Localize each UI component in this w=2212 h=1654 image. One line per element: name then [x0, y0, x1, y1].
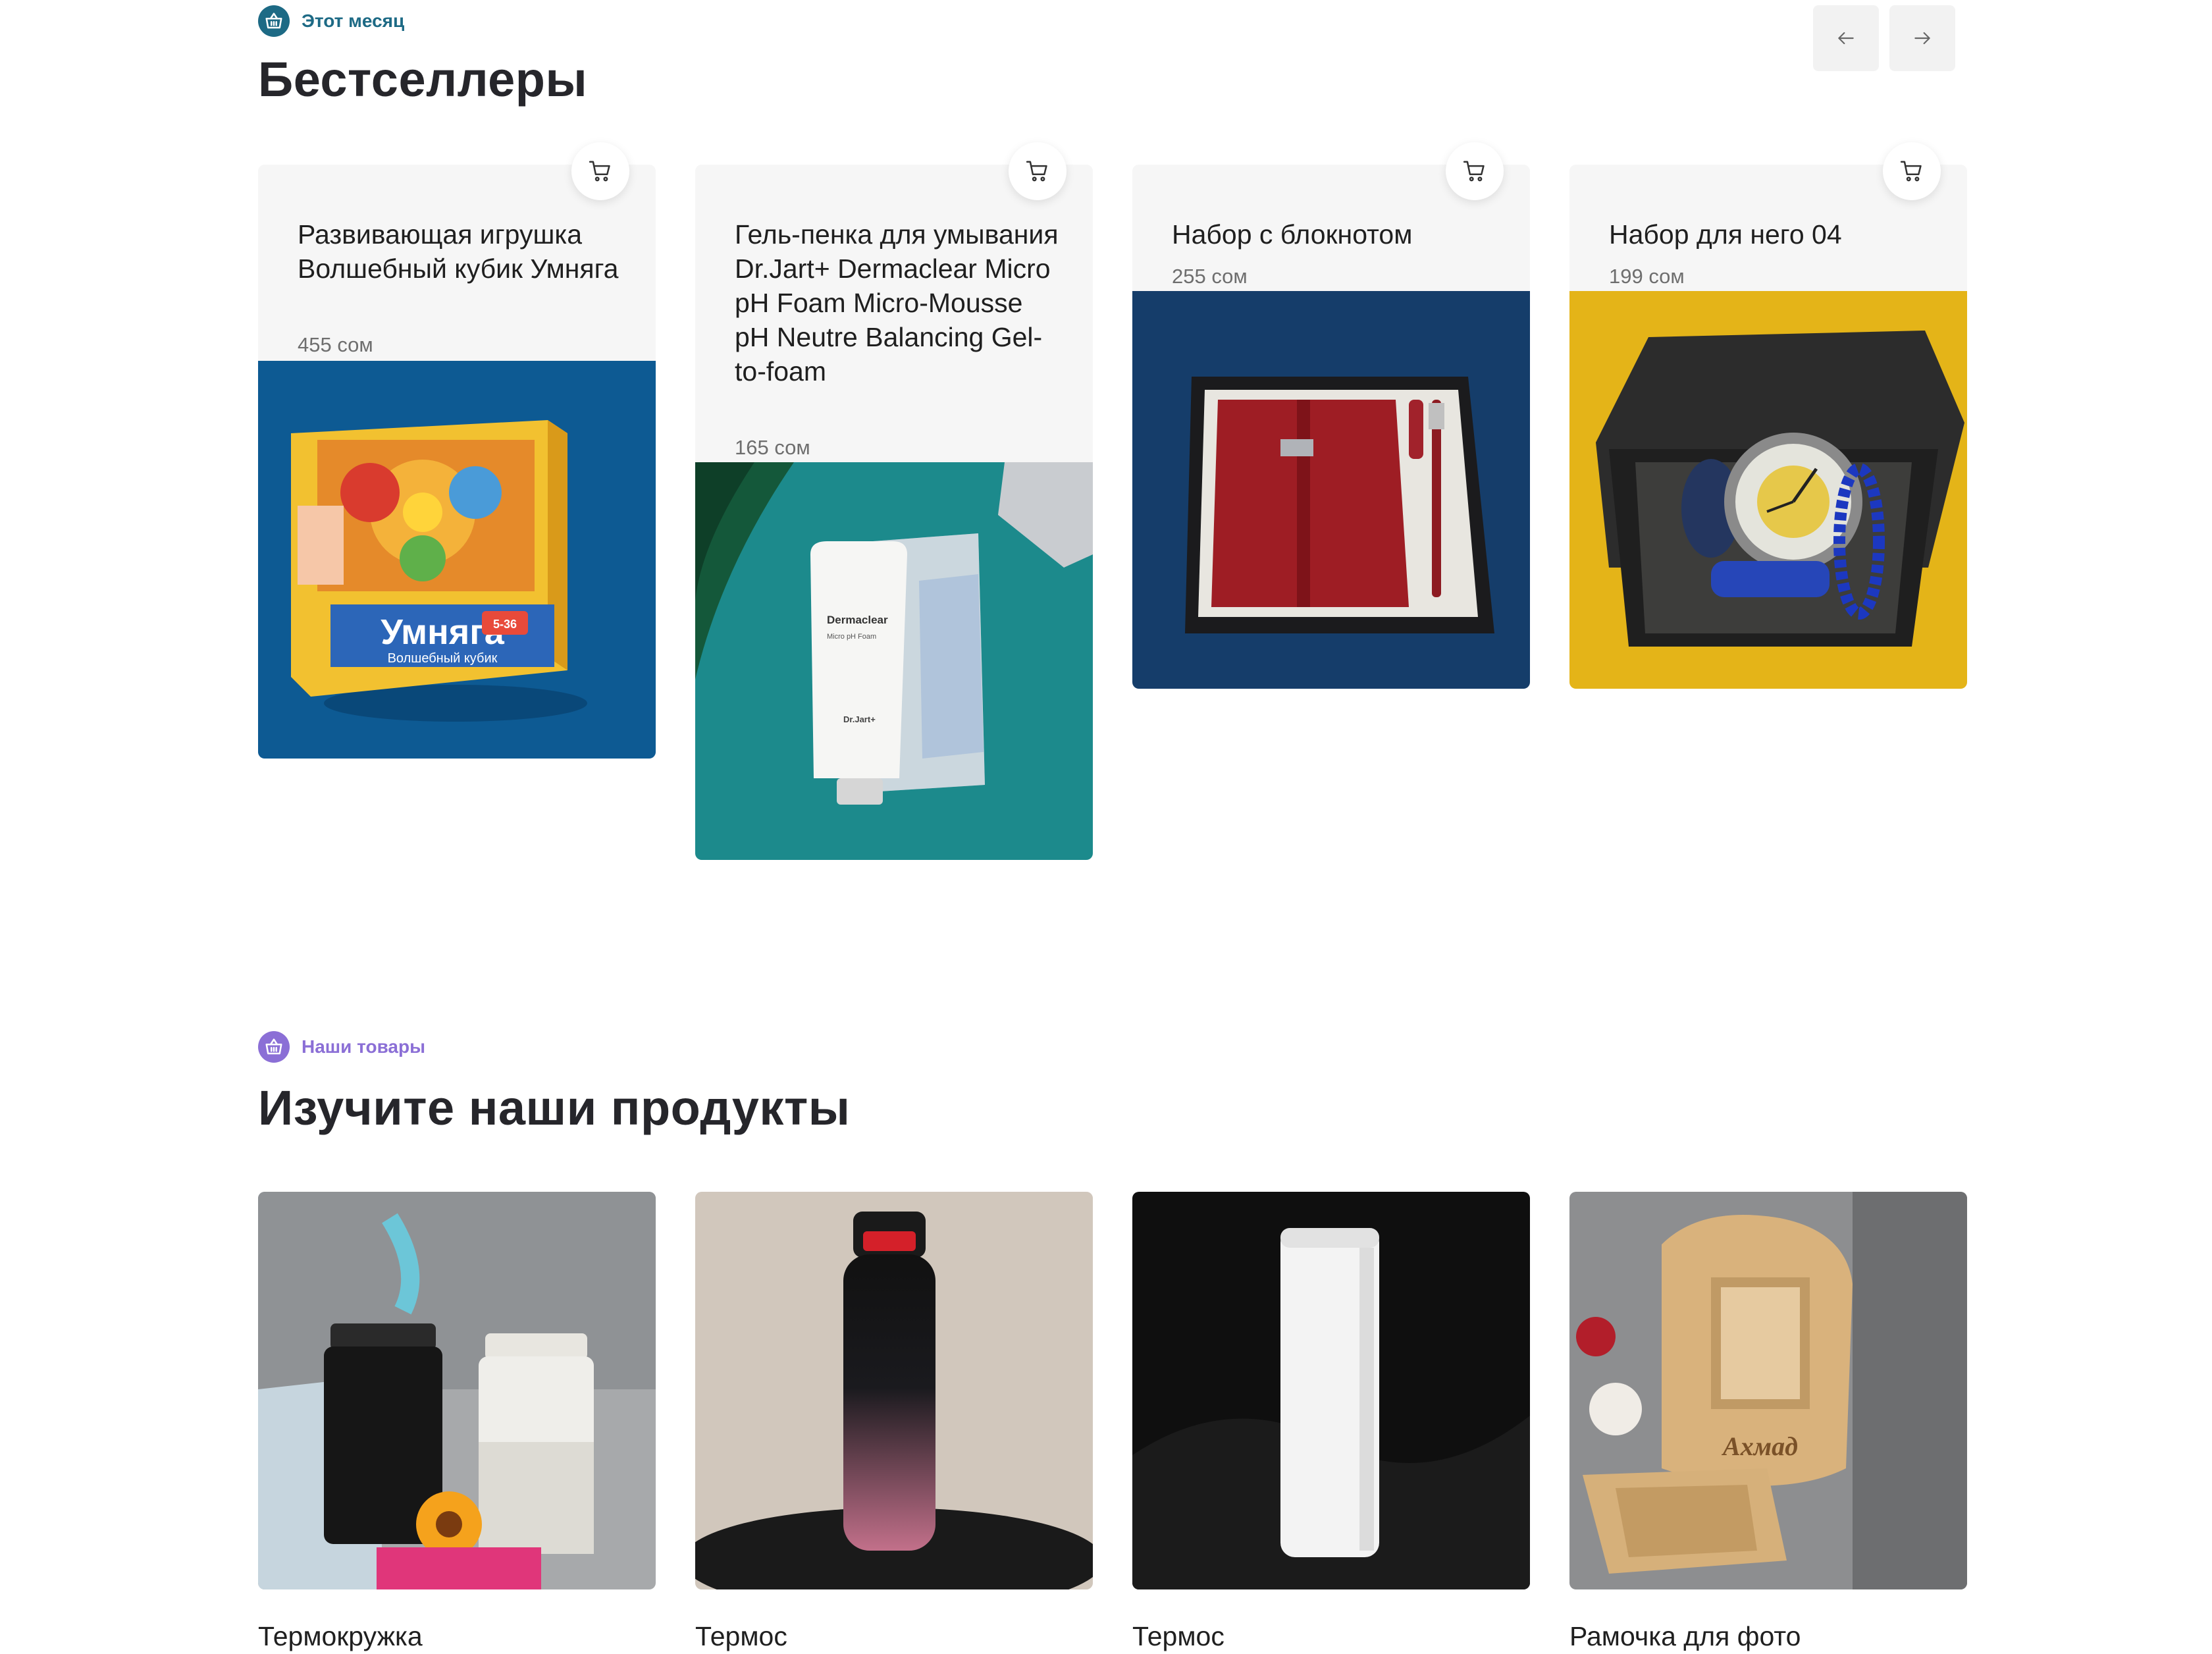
- prev-button[interactable]: [1813, 5, 1879, 71]
- product-image[interactable]: [258, 1192, 656, 1589]
- product-tile[interactable]: Термокружка: [258, 1192, 656, 1652]
- carousel-controls: [1813, 5, 1955, 71]
- product-image[interactable]: Умняга Волшебный кубик 5-36: [258, 361, 656, 759]
- add-to-cart-button[interactable]: [1009, 142, 1066, 200]
- products-eyebrow-label: Наши товары: [302, 1036, 426, 1057]
- tube-line-text: Micro pH Foam: [827, 633, 876, 641]
- next-button[interactable]: [1889, 5, 1955, 71]
- product-name[interactable]: Термокружка: [258, 1621, 656, 1652]
- add-to-cart-button[interactable]: [1446, 142, 1504, 200]
- product-title[interactable]: Гель-пенка для умывания Dr.Jart+ Dermacl…: [735, 217, 1064, 388]
- product-image[interactable]: [695, 1192, 1093, 1589]
- basket-icon: [258, 1031, 290, 1063]
- products-eyebrow: Наши товары: [258, 1031, 425, 1063]
- tube-brand-text: Dermaclear: [827, 614, 888, 626]
- arrow-right-icon: [1914, 32, 1930, 45]
- cart-icon: [589, 161, 610, 182]
- box-age-text: 5-36: [493, 618, 517, 631]
- product-price: 255 сом: [1172, 265, 1248, 288]
- bestseller-card[interactable]: Гель-пенка для умывания Dr.Jart+ Dermacl…: [695, 142, 1093, 860]
- product-price: 199 сом: [1609, 265, 1685, 288]
- product-name[interactable]: Рамочка для фото: [1569, 1621, 1967, 1652]
- frame-name-text: Ахмад: [1721, 1431, 1798, 1461]
- product-price: 165 сом: [735, 436, 810, 459]
- product-tile[interactable]: Термос: [1132, 1192, 1530, 1652]
- cart-icon: [1463, 161, 1485, 182]
- bestseller-card[interactable]: Набор для него 04 199 сом: [1569, 142, 1967, 689]
- product-name[interactable]: Термос: [1132, 1621, 1530, 1652]
- product-title[interactable]: Набор для него 04: [1609, 217, 1938, 252]
- product-title[interactable]: Набор с блокнотом: [1172, 217, 1501, 252]
- bestsellers-eyebrow: Этот месяц: [258, 5, 404, 37]
- arrow-left-icon: [1838, 32, 1854, 45]
- tube-maker-text: Dr.Jart+: [843, 714, 876, 724]
- box-sub-text: Волшебный кубик: [388, 651, 498, 666]
- products-title: Изучите наши продукты: [258, 1080, 851, 1135]
- product-image[interactable]: Ахмад: [1569, 1192, 1967, 1589]
- bestsellers-title: Бестселлеры: [258, 52, 588, 107]
- product-tile[interactable]: Термос: [695, 1192, 1093, 1652]
- bestsellers-eyebrow-label: Этот месяц: [302, 11, 405, 31]
- basket-icon: [258, 5, 290, 37]
- product-tile[interactable]: Ахмад Рамочка для фото: [1569, 1192, 1967, 1652]
- product-name[interactable]: Термос: [695, 1621, 1093, 1652]
- bestseller-card[interactable]: Набор с блокнотом 255 сом: [1132, 142, 1530, 689]
- product-image[interactable]: [1569, 291, 1967, 689]
- cart-icon: [1026, 161, 1047, 182]
- cart-icon: [1900, 161, 1922, 182]
- product-image[interactable]: [1132, 1192, 1530, 1589]
- add-to-cart-button[interactable]: [1883, 142, 1941, 200]
- product-price: 455 сом: [298, 333, 373, 356]
- add-to-cart-button[interactable]: [571, 142, 629, 200]
- product-title[interactable]: Развивающая игрушка Волшебный кубик Умня…: [298, 217, 627, 286]
- product-image[interactable]: Dermaclear Micro pH Foam Dr.Jart+: [695, 462, 1093, 860]
- product-image[interactable]: [1132, 291, 1530, 689]
- bestseller-card[interactable]: Развивающая игрушка Волшебный кубик Умня…: [258, 142, 656, 759]
